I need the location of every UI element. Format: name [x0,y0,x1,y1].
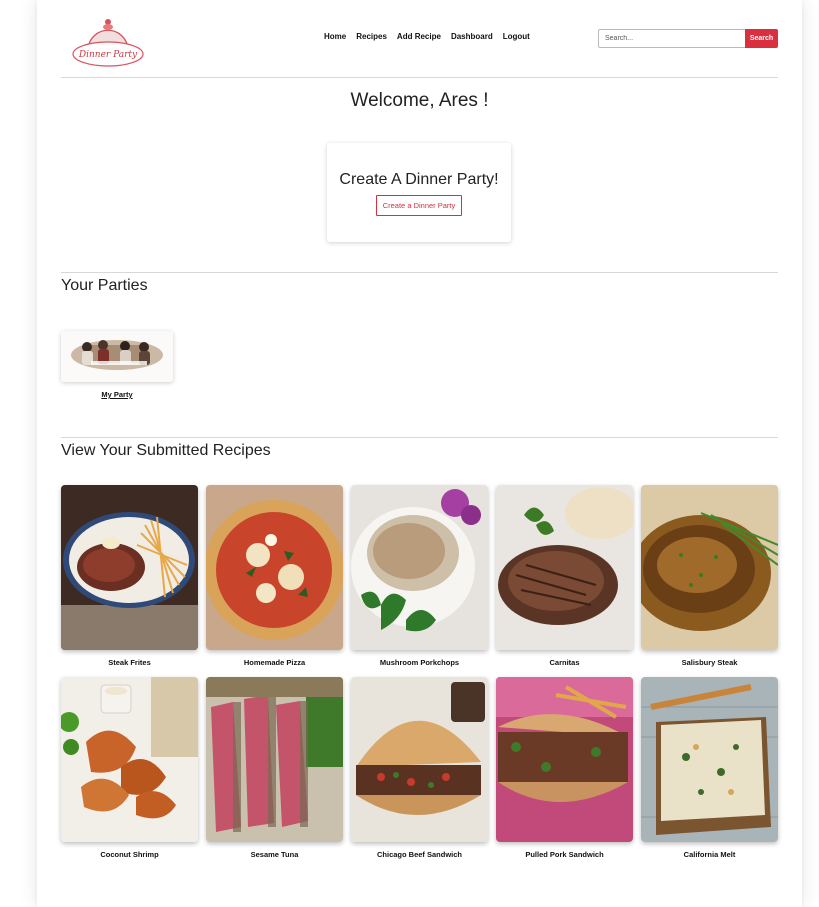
search-form: Search [598,29,778,48]
recipe-name: Chicago Beef Sandwich [376,850,463,859]
recipe-photo [206,485,343,650]
recipe-card[interactable]: Mushroom Porkchops [351,485,488,669]
search-button[interactable]: Search [745,29,778,48]
recipe-card[interactable]: California Melt [641,677,778,861]
recipe-photo [206,677,343,842]
create-party-title: Create A Dinner Party! [339,171,499,188]
recipe-card[interactable]: Steak Frites [61,485,198,669]
recipe-grid: Steak Frites Homemade Pizza Mushroom Por… [61,485,778,861]
section-divider [61,437,778,438]
nav-dashboard[interactable]: Dashboard [446,32,498,41]
recipe-name: Coconut Shrimp [100,850,159,859]
recipe-card[interactable]: Chicago Beef Sandwich [351,677,488,861]
party-photo [61,331,173,382]
recipe-photo [61,485,198,650]
dinner-party-logo[interactable]: Dinner Party [72,8,144,68]
recipe-name: Homemade Pizza [243,658,306,667]
recipe-card[interactable]: Salisbury Steak [641,485,778,669]
party-card[interactable] [61,331,173,382]
recipe-card[interactable]: Homemade Pizza [206,485,343,669]
site-header: Dinner Party Home Recipes Add Recipe Das… [61,0,778,78]
recipe-name: Pulled Pork Sandwich [525,850,604,859]
nav-home[interactable]: Home [319,32,351,41]
recipe-photo [641,485,778,650]
nav-add-recipe[interactable]: Add Recipe [392,32,446,41]
welcome-heading: Welcome, Ares ! [350,90,489,111]
nav-recipes[interactable]: Recipes [351,32,392,41]
recipe-name: Sesame Tuna [250,850,299,859]
recipe-card[interactable]: Sesame Tuna [206,677,343,861]
recipe-photo [61,677,198,842]
recipe-name: California Melt [683,850,736,859]
logo-text: Dinner Party [78,50,138,60]
party-link[interactable]: My Party [61,390,173,399]
recipe-photo [496,677,633,842]
recipe-name: Mushroom Porkchops [379,658,460,667]
recipe-name: Carnitas [549,658,580,667]
recipe-photo [351,485,488,650]
recipe-name: Steak Frites [108,658,151,667]
recipe-card[interactable]: Carnitas [496,485,633,669]
parties-title: Your Parties [61,277,148,294]
recipe-card[interactable]: Coconut Shrimp [61,677,198,861]
recipe-photo [351,677,488,842]
section-divider [61,272,778,273]
recipe-photo [641,677,778,842]
main-nav: Home Recipes Add Recipe Dashboard Logout [319,32,535,41]
nav-logout[interactable]: Logout [498,32,535,41]
recipe-name: Salisbury Steak [681,658,738,667]
recipe-card[interactable]: Pulled Pork Sandwich [496,677,633,861]
create-party-card: Create A Dinner Party! Create a Dinner P… [327,143,511,242]
search-input[interactable] [598,29,745,48]
recipe-photo [496,485,633,650]
recipes-title: View Your Submitted Recipes [61,442,271,459]
create-party-button[interactable]: Create a Dinner Party [375,195,463,216]
